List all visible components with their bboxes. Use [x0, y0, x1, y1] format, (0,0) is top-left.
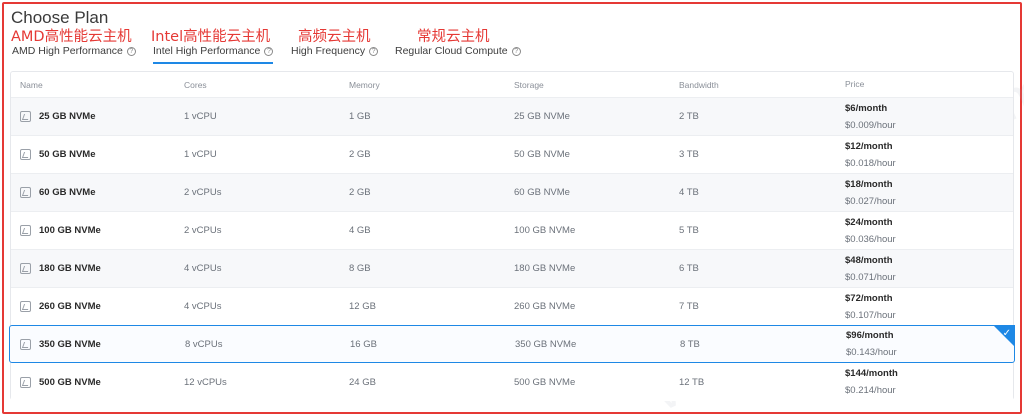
- plan-price-month: $6/month: [845, 102, 888, 114]
- server-icon: [20, 263, 31, 274]
- plan-price-month: $72/month: [845, 292, 893, 304]
- server-icon: [20, 376, 31, 388]
- header-price: Price: [845, 79, 865, 89]
- plan-storage: 260 GB NVMe: [514, 301, 576, 312]
- plan-storage: 100 GB NVMe: [514, 225, 576, 236]
- header-storage: Storage: [514, 79, 544, 90]
- tab-regular-cloud-compute[interactable]: Regular Cloud Compute ?: [395, 43, 521, 59]
- plan-cores: 1 vCPU: [184, 111, 217, 122]
- plan-memory: 12 GB: [349, 301, 376, 312]
- help-icon[interactable]: ?: [369, 46, 379, 56]
- plan-bandwidth: 12 TB: [679, 376, 705, 388]
- plan-row[interactable]: 180 GB NVMe 4 vCPUs 8 GB 180 GB NVMe 6 T…: [11, 250, 1013, 288]
- server-icon: [20, 149, 31, 160]
- plan-cores: 2 vCPUs: [184, 187, 222, 198]
- plan-memory: 24 GB: [349, 376, 376, 388]
- plan-row-selected[interactable]: 350 GB NVMe 8 vCPUs 16 GB 350 GB NVMe 8 …: [9, 325, 1015, 363]
- plan-price-month: $24/month: [845, 216, 893, 228]
- plan-cores: 1 vCPU: [184, 149, 217, 160]
- tab-intel-high-performance[interactable]: Intel High Performance ?: [153, 43, 274, 64]
- plan-price-month: $48/month: [845, 254, 893, 266]
- header-bandwidth: Bandwidth: [679, 79, 719, 90]
- plan-storage: 500 GB NVMe: [514, 376, 576, 388]
- tab-amd-high-performance[interactable]: AMD High Performance ?: [12, 43, 136, 59]
- plan-bandwidth: 5 TB: [679, 225, 699, 236]
- plan-cores: 4 vCPUs: [184, 301, 222, 312]
- plan-cores: 2 vCPUs: [184, 225, 222, 236]
- plan-price-hour: $0.143/hour: [846, 347, 897, 358]
- help-icon[interactable]: ?: [511, 46, 521, 56]
- plan-price-month: $144/month: [845, 368, 898, 379]
- server-icon: [20, 338, 31, 350]
- plan-storage: 180 GB NVMe: [514, 263, 576, 274]
- plan-row[interactable]: 60 GB NVMe 2 vCPUs 2 GB 60 GB NVMe 4 TB …: [11, 174, 1013, 212]
- plan-bandwidth: 2 TB: [679, 111, 699, 122]
- plan-bandwidth: 7 TB: [679, 301, 699, 312]
- checkmark-icon: ✓: [1002, 328, 1011, 339]
- tab-label: Regular Cloud Compute: [395, 45, 508, 57]
- plan-storage: 25 GB NVMe: [514, 111, 570, 122]
- help-icon[interactable]: ?: [264, 46, 274, 56]
- plan-name: 50 GB NVMe: [39, 149, 96, 160]
- plan-price-month: $18/month: [845, 178, 893, 190]
- plan-price-hour: $0.071/hour: [845, 271, 896, 283]
- plan-memory: 8 GB: [349, 263, 371, 274]
- tab-label: Intel High Performance: [153, 45, 261, 57]
- header-memory: Memory: [349, 79, 380, 90]
- plan-price-hour: $0.018/hour: [845, 157, 896, 169]
- plan-cores: 12 vCPUs: [184, 376, 227, 388]
- plan-storage: 60 GB NVMe: [514, 187, 570, 198]
- plan-price-hour: $0.009/hour: [845, 119, 896, 131]
- plan-bandwidth: 8 TB: [680, 338, 700, 350]
- header-name: Name: [20, 79, 43, 90]
- plan-price-month: $12/month: [845, 140, 893, 152]
- plan-memory: 2 GB: [349, 187, 371, 198]
- plan-bandwidth: 4 TB: [679, 187, 699, 198]
- tab-label: High Frequency: [291, 45, 366, 57]
- plan-memory: 16 GB: [350, 338, 377, 350]
- table-header: Name Cores Memory Storage Bandwidth Pric…: [11, 72, 1013, 98]
- plan-row[interactable]: 500 GB NVMe 12 vCPUs 24 GB 500 GB NVMe 1…: [11, 363, 1013, 401]
- header-cores: Cores: [184, 79, 207, 90]
- server-icon: [20, 301, 31, 312]
- tab-label: AMD High Performance: [12, 45, 123, 57]
- plan-cores: 4 vCPUs: [184, 263, 222, 274]
- plan-name: 350 GB NVMe: [39, 338, 101, 350]
- tab-high-frequency[interactable]: High Frequency ?: [291, 43, 379, 59]
- plan-name: 100 GB NVMe: [39, 225, 101, 236]
- plan-price-hour: $0.036/hour: [845, 233, 896, 245]
- plan-row[interactable]: 260 GB NVMe 4 vCPUs 12 GB 260 GB NVMe 7 …: [11, 288, 1013, 326]
- plan-name: 25 GB NVMe: [39, 111, 96, 122]
- plan-bandwidth: 3 TB: [679, 149, 699, 160]
- help-icon[interactable]: ?: [126, 46, 136, 56]
- plan-storage: 350 GB NVMe: [515, 338, 577, 350]
- plan-storage: 50 GB NVMe: [514, 149, 570, 160]
- plan-memory: 1 GB: [349, 111, 371, 122]
- server-icon: [20, 111, 31, 122]
- plan-name: 260 GB NVMe: [39, 301, 101, 312]
- server-icon: [20, 187, 31, 198]
- server-icon: [20, 225, 31, 236]
- plan-table: Name Cores Memory Storage Bandwidth Pric…: [9, 71, 1015, 401]
- plan-name: 180 GB NVMe: [39, 263, 101, 274]
- plan-memory: 2 GB: [349, 149, 371, 160]
- plan-row[interactable]: 100 GB NVMe 2 vCPUs 4 GB 100 GB NVMe 5 T…: [11, 212, 1013, 250]
- plan-price-month: $96/month: [846, 330, 894, 341]
- plan-row[interactable]: 25 GB NVMe 1 vCPU 1 GB 25 GB NVMe 2 TB $…: [11, 98, 1013, 136]
- plan-price-hour: $0.214/hour: [845, 385, 896, 396]
- plan-name: 60 GB NVMe: [39, 187, 96, 198]
- plan-row[interactable]: 50 GB NVMe 1 vCPU 2 GB 50 GB NVMe 3 TB $…: [11, 136, 1013, 174]
- plan-price-hour: $0.107/hour: [845, 309, 896, 321]
- plan-cores: 8 vCPUs: [185, 338, 223, 350]
- plan-name: 500 GB NVMe: [39, 376, 101, 388]
- plan-memory: 4 GB: [349, 225, 371, 236]
- plan-bandwidth: 6 TB: [679, 263, 699, 274]
- plan-price-hour: $0.027/hour: [845, 195, 896, 207]
